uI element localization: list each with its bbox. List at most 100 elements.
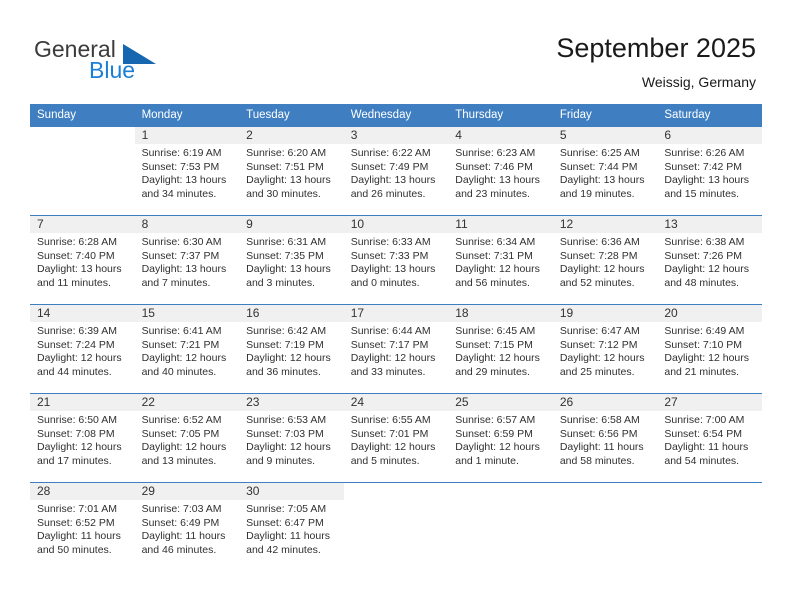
sunrise-text: Sunrise: 6:23 AM (455, 147, 536, 159)
weekday-header-wednesday: Wednesday (343, 104, 449, 126)
sunrise-text: Sunrise: 6:26 AM (664, 147, 745, 159)
sunrise-text: Sunrise: 6:53 AM (246, 414, 327, 426)
day-number: 13 (657, 216, 762, 233)
sunrise-text: Sunrise: 6:45 AM (455, 325, 536, 337)
sunset-text: Sunset: 7:08 PM (37, 427, 115, 440)
day-cell-empty (657, 482, 762, 571)
day-cell-content: 24 Sunrise: 6:55 AM Sunset: 7:01 PM Dayligh… (343, 393, 449, 482)
day-cell-empty (343, 482, 449, 571)
calendar-day-cell: 3 Sunrise: 6:22 AM Sunset: 7:49 PM Daylight… (343, 126, 449, 215)
sunset-text: Sunset: 7:37 PM (141, 249, 220, 262)
day-cell-content: 5 Sunrise: 6:25 AM Sunset: 7:44 PM Daylight… (552, 126, 658, 215)
day-cell-content: 26 Sunrise: 6:58 AM Sunset: 6:56 PM Dayligh… (552, 393, 658, 482)
weekday-header-monday: Monday (134, 104, 240, 126)
day-cell-content: 13 Sunrise: 6:38 AM Sunset: 7:26 PM Dayligh… (657, 215, 762, 304)
day-number (657, 483, 762, 500)
sunset-text: Sunset: 7:33 PM (350, 249, 429, 262)
calendar-body: 1 Sunrise: 6:19 AM Sunset: 7:53 PM Daylight… (30, 126, 762, 571)
sunrise-text: Sunrise: 6:34 AM (455, 236, 536, 248)
day-cell-content: 12 Sunrise: 6:36 AM Sunset: 7:28 PM Dayligh… (552, 215, 658, 304)
calendar-page: General Blue September 2025 Weissig, Ger… (0, 0, 792, 612)
sunrise-text: Sunrise: 6:47 AM (559, 325, 640, 337)
day-details: Sunrise: 7:03 AM Sunset: 6:49 PM Daylight:… (135, 500, 240, 557)
sunset-text: Sunset: 6:54 PM (664, 427, 743, 440)
day-details: Sunrise: 7:01 AM Sunset: 6:52 PM Daylight:… (30, 500, 135, 557)
day-cell-content: 21 Sunrise: 6:50 AM Sunset: 7:08 PM Dayligh… (30, 393, 135, 482)
daylight-text: Daylight: 13 hours and 15 minutes. (664, 174, 750, 200)
sunrise-text: Sunrise: 6:22 AM (350, 147, 431, 159)
sunset-text: Sunset: 7:31 PM (455, 249, 533, 262)
day-number: 22 (134, 394, 240, 411)
sunset-text: Sunset: 7:28 PM (559, 249, 638, 262)
day-cell-content: 18 Sunrise: 6:45 AM Sunset: 7:15 PM Dayligh… (448, 304, 553, 393)
sunset-text: Sunset: 6:59 PM (455, 427, 533, 440)
day-details: Sunrise: 6:45 AM Sunset: 7:15 PM Daylight:… (448, 322, 553, 379)
day-cell-empty (552, 482, 658, 571)
day-number (552, 483, 658, 500)
calendar-week-row: 21 Sunrise: 6:50 AM Sunset: 7:08 PM Dayligh… (30, 393, 762, 482)
calendar-day-cell: 8 Sunrise: 6:30 AM Sunset: 7:37 PM Daylight… (134, 215, 240, 304)
sunrise-text: Sunrise: 6:19 AM (141, 147, 222, 159)
sunrise-text: Sunrise: 6:20 AM (246, 147, 327, 159)
day-number: 7 (30, 216, 135, 233)
daylight-text: Daylight: 13 hours and 34 minutes. (141, 174, 227, 200)
daylight-text: Daylight: 12 hours and 33 minutes. (350, 352, 436, 378)
calendar-day-cell: 2 Sunrise: 6:20 AM Sunset: 7:51 PM Daylight… (239, 126, 344, 215)
calendar-day-cell: 18 Sunrise: 6:45 AM Sunset: 7:15 PM Dayligh… (448, 304, 553, 393)
day-number: 15 (134, 305, 240, 322)
day-number: 24 (343, 394, 449, 411)
calendar-day-cell: 19 Sunrise: 6:47 AM Sunset: 7:12 PM Dayligh… (552, 304, 658, 393)
weekday-header-sunday: Sunday (30, 104, 135, 126)
page-subtitle: Weissig, Germany (641, 74, 756, 90)
calendar-day-cell: 23 Sunrise: 6:53 AM Sunset: 7:03 PM Dayligh… (239, 393, 344, 482)
day-details: Sunrise: 6:38 AM Sunset: 7:26 PM Daylight:… (657, 233, 762, 290)
day-cell-content: 17 Sunrise: 6:44 AM Sunset: 7:17 PM Dayligh… (343, 304, 449, 393)
day-cell-content: 28 Sunrise: 7:01 AM Sunset: 6:52 PM Dayligh… (30, 482, 135, 571)
sunrise-text: Sunrise: 7:03 AM (141, 503, 222, 515)
day-number: 27 (657, 394, 762, 411)
calendar-day-cell: 20 Sunrise: 6:49 AM Sunset: 7:10 PM Dayligh… (657, 304, 762, 393)
title-block: September 2025 Weissig, Germany (556, 32, 756, 92)
sunset-text: Sunset: 7:40 PM (37, 249, 115, 262)
day-cell-content: 14 Sunrise: 6:39 AM Sunset: 7:24 PM Dayligh… (30, 304, 135, 393)
day-details: Sunrise: 6:49 AM Sunset: 7:10 PM Daylight:… (657, 322, 762, 379)
daylight-text: Daylight: 13 hours and 30 minutes. (246, 174, 331, 200)
daylight-text: Daylight: 11 hours and 50 minutes. (37, 530, 121, 556)
day-details: Sunrise: 6:23 AM Sunset: 7:46 PM Daylight:… (448, 144, 553, 201)
daylight-text: Daylight: 13 hours and 7 minutes. (141, 263, 227, 289)
daylight-text: Daylight: 12 hours and 13 minutes. (141, 441, 227, 467)
day-cell-content: 7 Sunrise: 6:28 AM Sunset: 7:40 PM Daylight… (30, 215, 135, 304)
day-details: Sunrise: 6:36 AM Sunset: 7:28 PM Daylight:… (553, 233, 658, 290)
day-cell-content: 4 Sunrise: 6:23 AM Sunset: 7:46 PM Daylight… (448, 126, 553, 215)
day-cell-content: 23 Sunrise: 6:53 AM Sunset: 7:03 PM Dayligh… (239, 393, 344, 482)
day-cell-content: 9 Sunrise: 6:31 AM Sunset: 7:35 PM Daylight… (239, 215, 344, 304)
weekday-header-saturday: Saturday (657, 104, 762, 126)
daylight-text: Daylight: 12 hours and 25 minutes. (559, 352, 645, 378)
daylight-text: Daylight: 12 hours and 9 minutes. (246, 441, 331, 467)
daylight-text: Daylight: 13 hours and 23 minutes. (455, 174, 540, 200)
day-cell-content: 25 Sunrise: 6:57 AM Sunset: 6:59 PM Dayligh… (448, 393, 553, 482)
weekday-header-thursday: Thursday (448, 104, 553, 126)
sunset-text: Sunset: 7:01 PM (350, 427, 429, 440)
day-cell-content: 8 Sunrise: 6:30 AM Sunset: 7:37 PM Daylight… (134, 215, 240, 304)
day-cell-content: 16 Sunrise: 6:42 AM Sunset: 7:19 PM Dayligh… (239, 304, 344, 393)
calendar-table: Sunday Monday Tuesday Wednesday Thursday… (30, 104, 762, 571)
calendar-day-cell: 27 Sunrise: 7:00 AM Sunset: 6:54 PM Dayligh… (657, 393, 762, 482)
day-number: 6 (657, 127, 762, 144)
day-cell-content: 20 Sunrise: 6:49 AM Sunset: 7:10 PM Dayligh… (657, 304, 762, 393)
day-details: Sunrise: 6:52 AM Sunset: 7:05 PM Daylight:… (135, 411, 240, 468)
sunrise-text: Sunrise: 6:25 AM (559, 147, 640, 159)
day-number: 1 (134, 127, 240, 144)
day-number: 18 (448, 305, 553, 322)
sunset-text: Sunset: 7:42 PM (664, 160, 743, 173)
generalblue-logo: General Blue (34, 36, 204, 88)
calendar-day-cell: 30 Sunrise: 7:05 AM Sunset: 6:47 PM Dayligh… (239, 482, 344, 571)
day-details: Sunrise: 6:50 AM Sunset: 7:08 PM Daylight:… (30, 411, 135, 468)
day-cell-content: 11 Sunrise: 6:34 AM Sunset: 7:31 PM Dayligh… (448, 215, 553, 304)
day-cell-content: 22 Sunrise: 6:52 AM Sunset: 7:05 PM Dayligh… (134, 393, 240, 482)
calendar-day-cell (552, 482, 658, 571)
day-cell-empty (448, 482, 553, 571)
day-number (343, 483, 449, 500)
day-details: Sunrise: 6:28 AM Sunset: 7:40 PM Daylight:… (30, 233, 135, 290)
day-cell-content: 15 Sunrise: 6:41 AM Sunset: 7:21 PM Dayligh… (134, 304, 240, 393)
